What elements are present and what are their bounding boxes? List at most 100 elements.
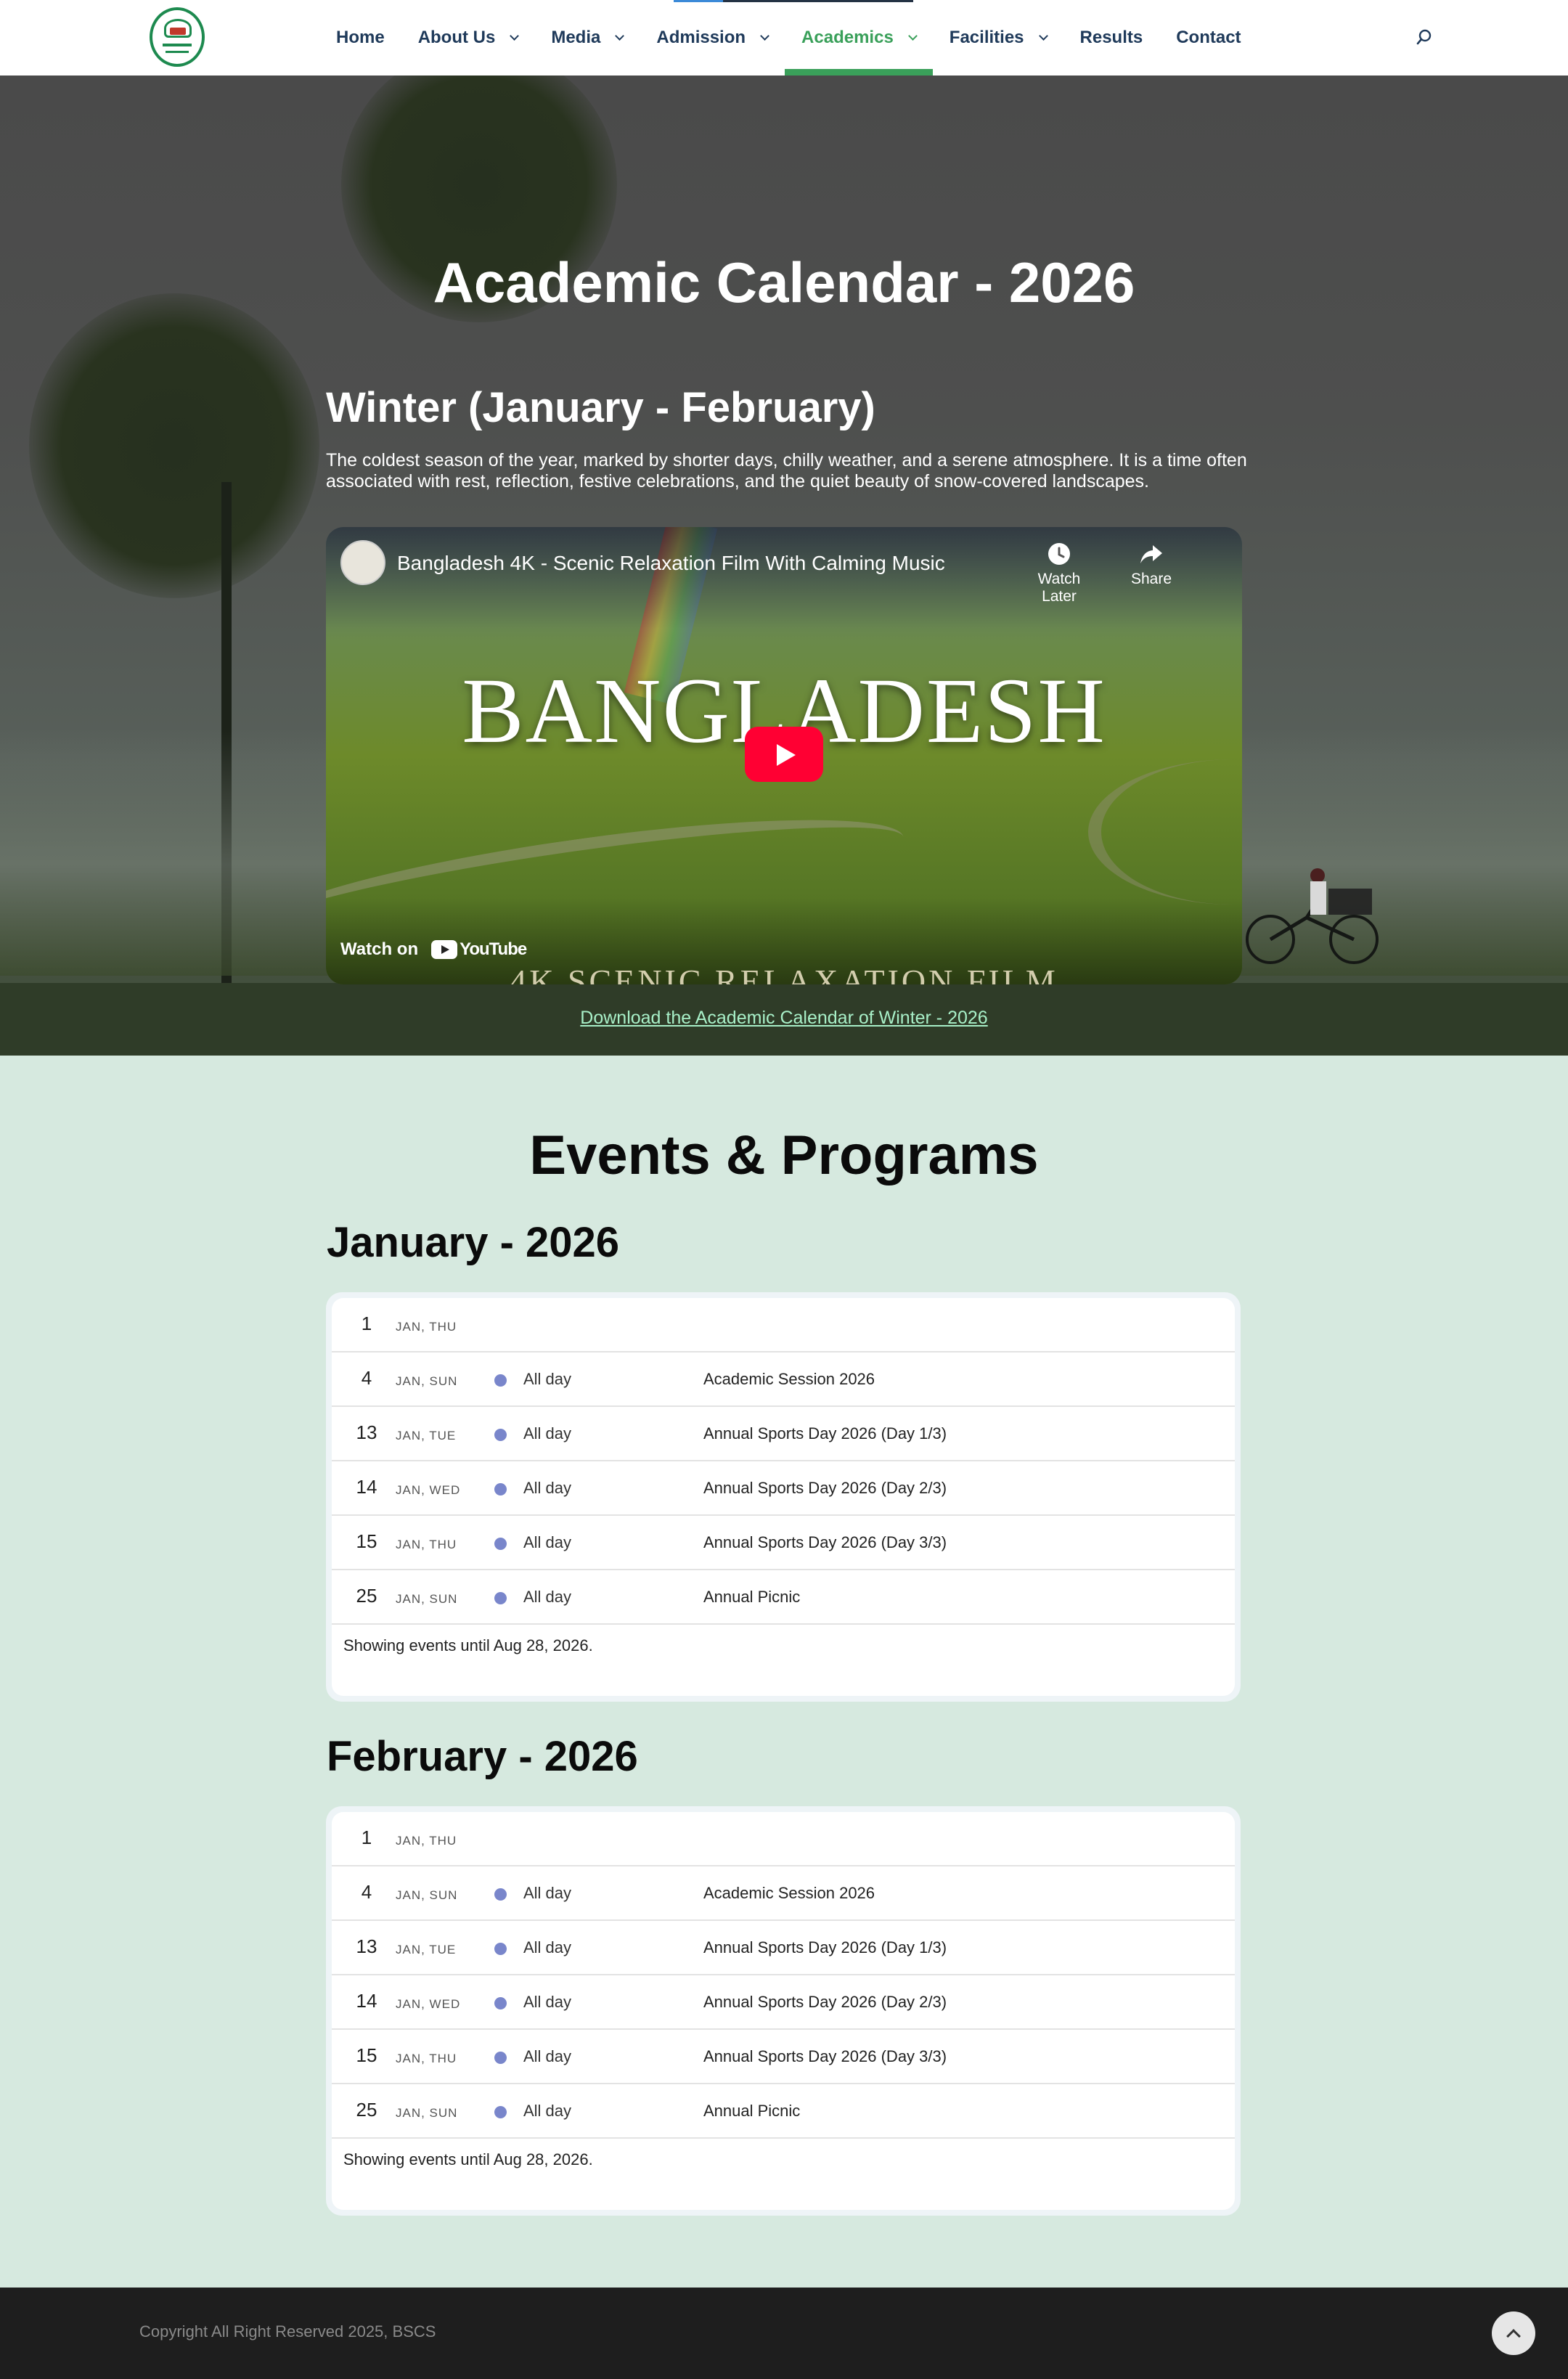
- event-time: All day: [523, 1938, 572, 1956]
- nav-item-academics[interactable]: Academics: [785, 0, 933, 76]
- watch-on-youtube-link[interactable]: Watch on YouTube: [340, 939, 527, 960]
- calendar-footer-note: Showing events until Aug 28, 2026.: [343, 2150, 593, 2168]
- nav-item-results[interactable]: Results: [1063, 0, 1160, 76]
- share-icon: [1140, 545, 1162, 563]
- event-title[interactable]: Annual Sports Day 2026 (Day 3/3): [703, 2047, 947, 2066]
- day-of-week: JAN, THU: [396, 1320, 457, 1334]
- search-icon[interactable]: [1416, 28, 1433, 48]
- watch-later-button[interactable]: Watch Later: [1023, 542, 1095, 605]
- cyclist-silhouette: [1246, 868, 1379, 964]
- youtube-logo: YouTube: [431, 939, 527, 960]
- calendar-list: 1 JAN, THU 4 JAN, SUN All day Academic Sessio…: [332, 1812, 1235, 2210]
- day-number: 13: [356, 1935, 377, 1957]
- calendar-day-row[interactable]: 25 JAN, SUN All day Annual Picnic: [332, 2084, 1235, 2139]
- hero-section: Academic Calendar - 2026 Winter (January…: [0, 76, 1568, 1056]
- event-color-dot: [494, 1429, 507, 1441]
- event-title[interactable]: Annual Sports Day 2026 (Day 3/3): [703, 1533, 947, 1552]
- event-title[interactable]: Annual Sports Day 2026 (Day 1/3): [703, 1424, 947, 1443]
- day-of-week: JAN, SUN: [396, 2106, 458, 2120]
- chevron-down-icon: [510, 30, 520, 41]
- day-of-week: JAN, THU: [396, 2052, 457, 2065]
- calendar-day-row[interactable]: 13 JAN, TUE All day Annual Sports Day 2026 …: [332, 1921, 1235, 1975]
- event-color-dot: [494, 1483, 507, 1495]
- nav-item-label: Home: [336, 28, 385, 47]
- video-title[interactable]: Bangladesh 4K - Scenic Relaxation Film W…: [397, 552, 945, 575]
- day-of-week: JAN, SUN: [396, 1592, 458, 1606]
- event-title[interactable]: Annual Sports Day 2026 (Day 2/3): [703, 1993, 947, 2012]
- day-of-week: JAN, WED: [396, 1483, 461, 1497]
- event-time: All day: [523, 1993, 572, 2011]
- day-number: 25: [356, 2099, 377, 2121]
- season-description: The coldest season of the year, marked b…: [326, 450, 1247, 491]
- day-number: 1: [361, 1313, 372, 1334]
- calendar-day-row[interactable]: 13 JAN, TUE All day Annual Sports Day 2026 …: [332, 1407, 1235, 1461]
- nav-item-label: Results: [1079, 28, 1143, 47]
- event-color-dot: [494, 1374, 507, 1387]
- event-time: All day: [523, 1424, 572, 1443]
- event-time: All day: [523, 1588, 572, 1606]
- chevron-down-icon: [615, 30, 625, 41]
- event-time: All day: [523, 1370, 572, 1388]
- day-of-week: JAN, SUN: [396, 1374, 458, 1388]
- download-calendar-link[interactable]: Download the Academic Calendar of Winter…: [0, 1008, 1568, 1029]
- event-color-dot: [494, 1888, 507, 1901]
- day-number: 4: [361, 1881, 372, 1903]
- event-title[interactable]: Annual Sports Day 2026 (Day 2/3): [703, 1479, 947, 1498]
- event-color-dot: [494, 1943, 507, 1955]
- play-button[interactable]: [745, 727, 823, 782]
- palm-tree-left: [29, 293, 319, 598]
- channel-avatar[interactable]: [340, 540, 385, 585]
- calendar-day-row[interactable]: 15 JAN, THU All day Annual Sports Day 2026 …: [332, 1516, 1235, 1570]
- day-of-week: JAN, THU: [396, 1834, 457, 1848]
- calendar-day-row[interactable]: 25 JAN, SUN All day Annual Picnic: [332, 1570, 1235, 1625]
- day-number: 4: [361, 1367, 372, 1389]
- calendar-day-row[interactable]: 4 JAN, SUN All day Academic Session 2026: [332, 1352, 1235, 1407]
- watch-on-label: Watch on: [340, 939, 419, 959]
- calendar-widget: 1 JAN, THU 4 JAN, SUN All day Academic Sessio…: [326, 1292, 1241, 1702]
- calendar-day-row[interactable]: 14 JAN, WED All day Annual Sports Day 2026 …: [332, 1975, 1235, 2030]
- nav-item-about-us[interactable]: About Us: [401, 0, 535, 76]
- top-nav: Home About Us Media Admission Academics Facil…: [0, 0, 1568, 76]
- nav-item-admission[interactable]: Admission: [640, 0, 785, 76]
- event-color-dot: [494, 2052, 507, 2064]
- event-time: All day: [523, 2047, 572, 2065]
- day-number: 13: [356, 1421, 377, 1443]
- calendar-day-row[interactable]: 14 JAN, WED All day Annual Sports Day 2026 …: [332, 1461, 1235, 1516]
- event-title[interactable]: Annual Picnic: [703, 2102, 800, 2121]
- event-time: All day: [523, 1479, 572, 1497]
- event-title[interactable]: Annual Sports Day 2026 (Day 1/3): [703, 1938, 947, 1957]
- event-color-dot: [494, 2106, 507, 2118]
- site-footer: Copyright All Right Reserved 2025, BSCS: [0, 2288, 1568, 2379]
- back-to-top-button[interactable]: [1492, 2311, 1535, 2355]
- nav-item-facilities[interactable]: Facilities: [933, 0, 1063, 76]
- nav-item-label: About Us: [417, 28, 496, 47]
- day-of-week: JAN, TUE: [396, 1943, 457, 1956]
- day-number: 25: [356, 1585, 377, 1607]
- share-label: Share: [1130, 571, 1172, 587]
- calendar-day-row: 1 JAN, THU: [332, 1812, 1235, 1866]
- event-time: All day: [523, 1884, 572, 1902]
- youtube-embed[interactable]: BANGLADESH 4K SCENIC RELAXATION FILM Ban…: [326, 527, 1242, 984]
- nav-item-home[interactable]: Home: [319, 0, 401, 76]
- calendar-day-row[interactable]: 15 JAN, THU All day Annual Sports Day 2026 …: [332, 2030, 1235, 2084]
- calendar-day-row[interactable]: 4 JAN, SUN All day Academic Session 2026: [332, 1866, 1235, 1921]
- watch-later-label: Watch Later: [1037, 571, 1081, 605]
- day-number: 15: [356, 2044, 377, 2066]
- nav-item-media[interactable]: Media: [534, 0, 640, 76]
- main-menu: Home About Us Media Admission Academics Facil…: [319, 0, 1258, 76]
- nav-item-contact[interactable]: Contact: [1159, 0, 1257, 76]
- event-time: All day: [523, 1533, 572, 1551]
- day-number: 1: [361, 1827, 372, 1848]
- event-title[interactable]: Academic Session 2026: [703, 1370, 875, 1389]
- chevron-down-icon: [760, 30, 769, 41]
- nav-item-label: Media: [551, 28, 601, 47]
- share-button[interactable]: Share: [1115, 542, 1188, 588]
- nav-item-label: Contact: [1176, 28, 1241, 47]
- event-color-dot: [494, 1592, 507, 1604]
- event-title[interactable]: Academic Session 2026: [703, 1884, 875, 1903]
- event-time: All day: [523, 2102, 572, 2120]
- calendar-footer-note: Showing events until Aug 28, 2026.: [343, 1636, 593, 1654]
- nav-item-label: Academics: [801, 28, 894, 47]
- event-title[interactable]: Annual Picnic: [703, 1588, 800, 1607]
- school-logo[interactable]: [150, 7, 205, 67]
